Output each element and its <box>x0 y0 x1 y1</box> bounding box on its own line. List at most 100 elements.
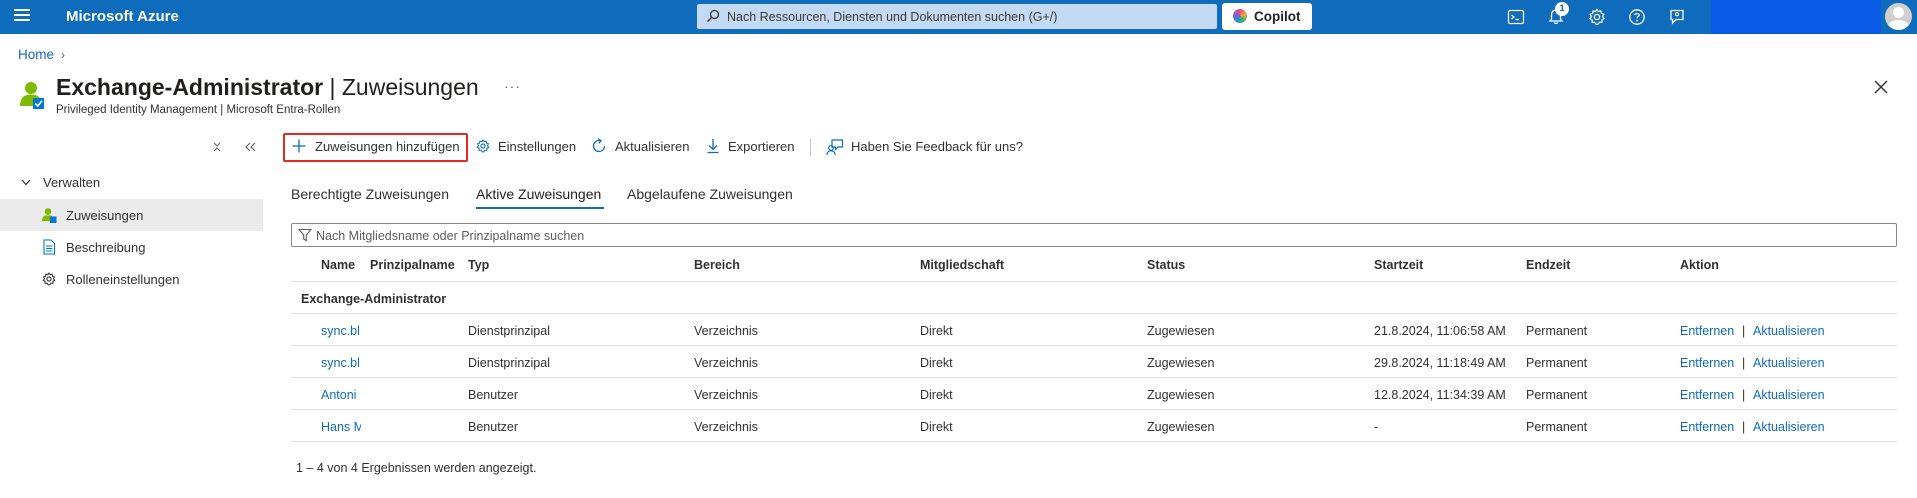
scope-cell: Verzeichnis <box>694 356 758 370</box>
column-header-status[interactable]: Status <box>1147 258 1185 272</box>
nav-group-label: Verwalten <box>43 175 101 190</box>
member-name-link[interactable]: Antoni <box>321 388 361 402</box>
scope-cell: Verzeichnis <box>694 420 758 434</box>
action-separator: | <box>1742 324 1746 338</box>
end-time-cell: Permanent <box>1526 324 1588 338</box>
brand-title[interactable]: Microsoft Azure <box>66 8 179 25</box>
settings-label: Einstellungen <box>498 139 577 154</box>
sidebar-item-rolleneinstellungen[interactable]: Rolleneinstellungen <box>0 263 263 295</box>
user-assign-icon <box>42 208 57 223</box>
action-separator: | <box>1742 356 1746 370</box>
update-link[interactable]: Aktualisieren <box>1753 420 1825 434</box>
collapse-sidebar-icon[interactable] <box>245 142 257 152</box>
remove-link[interactable]: Entfernen <box>1680 420 1734 434</box>
end-time-cell: Permanent <box>1526 356 1588 370</box>
row-divider <box>291 377 1897 378</box>
export-label: Exportieren <box>728 139 795 154</box>
help-icon[interactable] <box>1627 7 1647 27</box>
sidebar-item-zuweisungen[interactable]: Zuweisungen <box>0 199 263 231</box>
menu-icon[interactable] <box>14 9 30 23</box>
member-name-link[interactable]: sync.bl <box>321 356 361 370</box>
feedback-label: Haben Sie Feedback für uns? <box>851 139 1023 154</box>
copilot-icon <box>1233 9 1247 23</box>
refresh-label: Aktualisieren <box>615 139 690 154</box>
copilot-button[interactable]: Copilot <box>1222 3 1312 30</box>
sidebar-item-beschreibung[interactable]: Beschreibung <box>0 231 263 263</box>
breadcrumb-home-link[interactable]: Home <box>18 47 54 62</box>
account-info[interactable] <box>1711 0 1881 34</box>
member-search-input[interactable]: Nach Mitgliedsname oder Prinzipalname su… <box>291 223 1897 247</box>
column-header-scope[interactable]: Bereich <box>694 258 740 272</box>
end-time-cell: Permanent <box>1526 420 1588 434</box>
toolbar-divider <box>810 139 811 156</box>
remove-link[interactable]: Entfernen <box>1680 324 1734 338</box>
export-button[interactable]: Exportieren <box>705 137 795 157</box>
settings-button[interactable]: Einstellungen <box>475 137 577 157</box>
sidebar-item-label: Beschreibung <box>66 240 146 255</box>
more-options-button[interactable]: ··· <box>504 78 521 94</box>
cloud-shell-icon[interactable] <box>1506 7 1526 27</box>
search-placeholder: Nach Ressourcen, Diensten und Dokumenten… <box>727 10 1058 24</box>
breadcrumb: Home › <box>18 47 65 62</box>
membership-cell: Direkt <box>920 324 953 338</box>
download-icon <box>707 139 719 154</box>
sidebar-item-label: Zuweisungen <box>66 208 144 223</box>
remove-link[interactable]: Entfernen <box>1680 388 1734 402</box>
expand-collapse-all-icon[interactable] <box>212 141 222 153</box>
feedback-icon[interactable] <box>1667 7 1687 27</box>
close-icon[interactable] <box>1872 78 1890 96</box>
member-search-placeholder: Nach Mitgliedsname oder Prinzipalname su… <box>316 229 585 243</box>
add-assignments-label: Zuweisungen hinzufügen <box>315 139 460 154</box>
type-cell: Dienstprinzipal <box>468 324 550 338</box>
chevron-right-icon: › <box>61 48 66 62</box>
column-header-membership[interactable]: Mitgliedschaft <box>920 258 1004 272</box>
sidebar-item-label: Rolleneinstellungen <box>66 272 180 287</box>
tab-active-assignments[interactable]: Aktive Zuweisungen <box>476 186 601 202</box>
header-divider <box>291 281 1897 282</box>
member-name-link[interactable]: Hans M <box>321 420 361 434</box>
page-subtitle: Privileged Identity Management | Microso… <box>56 104 341 116</box>
column-header-end[interactable]: Endzeit <box>1526 258 1570 272</box>
filter-icon <box>298 228 312 242</box>
column-header-action[interactable]: Aktion <box>1680 258 1719 272</box>
status-cell: Zugewiesen <box>1147 356 1215 370</box>
settings-icon[interactable] <box>1587 7 1607 27</box>
gear-icon <box>42 272 56 286</box>
type-cell: Benutzer <box>468 420 519 434</box>
row-divider <box>291 441 1897 442</box>
type-cell: Benutzer <box>468 388 519 402</box>
page-title: Exchange-Administrator | Zuweisungen <box>56 74 479 100</box>
column-header-name[interactable]: Name <box>321 258 355 272</box>
tab-eligible-assignments[interactable]: Berechtigte Zuweisungen <box>291 186 449 202</box>
scope-cell: Verzeichnis <box>694 324 758 338</box>
feedback-button[interactable]: Haben Sie Feedback für uns? <box>826 137 1026 157</box>
start-time-cell: 29.8.2024, 11:18:49 AM <box>1374 356 1506 370</box>
add-assignments-button[interactable]: Zuweisungen hinzufügen <box>291 137 463 157</box>
column-header-type[interactable]: Typ <box>468 258 489 272</box>
update-link[interactable]: Aktualisieren <box>1753 356 1825 370</box>
chevron-down-icon <box>21 179 31 186</box>
avatar[interactable] <box>1885 3 1912 30</box>
remove-link[interactable]: Entfernen <box>1680 356 1734 370</box>
row-divider <box>291 345 1897 346</box>
start-time-cell: - <box>1374 420 1379 434</box>
end-time-cell: Permanent <box>1526 388 1588 402</box>
row-divider <box>291 409 1897 410</box>
update-link[interactable]: Aktualisieren <box>1753 324 1825 338</box>
column-header-start[interactable]: Startzeit <box>1374 258 1423 272</box>
top-bar: Microsoft Azure Nach Ressourcen, Dienste… <box>0 0 1917 34</box>
start-time-cell: 12.8.2024, 11:34:39 AM <box>1374 388 1506 402</box>
scope-cell: Verzeichnis <box>694 388 758 402</box>
nav-group-verwalten[interactable]: Verwalten <box>21 175 100 190</box>
tab-expired-assignments[interactable]: Abgelaufene Zuweisungen <box>627 186 793 202</box>
group-header-role: Exchange-Administrator <box>301 292 447 306</box>
column-header-principal[interactable]: Prinzipalname <box>370 258 455 272</box>
member-name-link[interactable]: sync.bl <box>321 324 361 338</box>
search-icon <box>707 9 720 22</box>
notification-badge: 1 <box>1555 2 1569 16</box>
refresh-button[interactable]: Aktualisieren <box>591 137 691 157</box>
global-search-input[interactable]: Nach Ressourcen, Diensten und Dokumenten… <box>697 4 1217 29</box>
update-link[interactable]: Aktualisieren <box>1753 388 1825 402</box>
membership-cell: Direkt <box>920 420 953 434</box>
document-icon <box>43 239 56 255</box>
